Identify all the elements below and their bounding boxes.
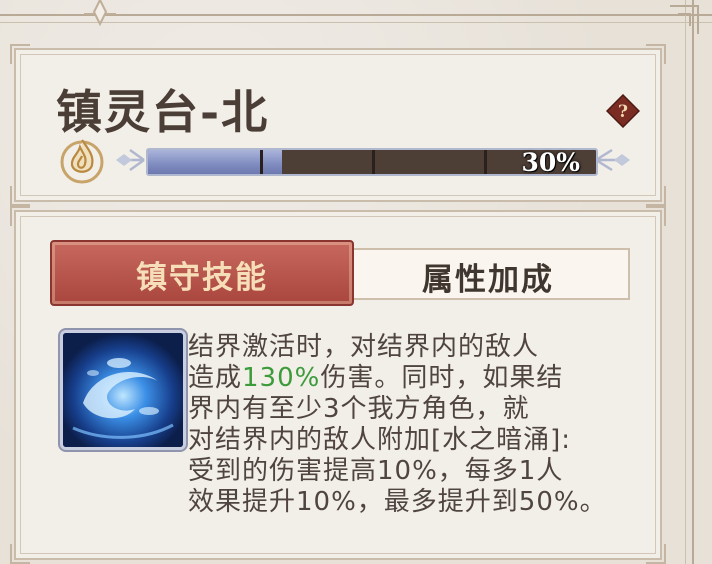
svg-text:?: ? [618,102,628,122]
skill-desc-line: 造成130%伤害。同时，如果结 [188,363,638,394]
tab-label: 属性加成 [422,262,554,298]
progress-bar: 30% [114,140,634,184]
corner-ornament-icon [670,5,699,34]
progress-segment [260,150,263,174]
right-border [692,0,694,564]
question-icon[interactable]: ? [606,94,640,128]
tab-guard-skill[interactable]: 镇守技能 [50,240,354,306]
progress-label: 30% [521,148,580,177]
skill-desc-line: 效果提升10%，最多提升到50%。 [188,487,607,517]
skill-desc-line: 结界激活时，对结界内的敌人 [188,332,540,362]
progress-segment [484,150,487,174]
hydro-flame-icon [60,139,104,184]
tab-attribute-bonus[interactable]: 属性加成 [348,248,630,300]
skill-desc-line: 对结界内的敌人附加[水之暗涌]: [188,425,572,455]
header-panel: 镇灵台-北 ? 30% [10,44,666,206]
page-title: 镇灵台-北 [56,85,270,139]
skill-panel: 属性加成 镇守技能 结界激活时，对结界内的敌人 造成130%伤害。同时，如果结 [10,206,666,564]
right-border-inner [685,0,686,564]
skill-desc-line: 界内有至少3个我方角色，就 [188,394,530,424]
skill-description: 结界激活时，对结界内的敌人 造成130%伤害。同时，如果结 界内有至少3个我方角… [188,332,638,518]
skill-desc-text: 造成 [188,363,243,393]
diamond-ornament-icon [84,0,116,27]
damage-percent-highlight: 130% [242,363,321,393]
skill-desc-text: 伤害。同时，如果结 [320,363,564,393]
tab-label: 镇守技能 [136,260,268,296]
progress-segment [372,150,375,174]
water-vortex-icon [60,330,186,450]
skill-desc-line: 受到的伤害提高10%，每多1人 [188,456,564,486]
